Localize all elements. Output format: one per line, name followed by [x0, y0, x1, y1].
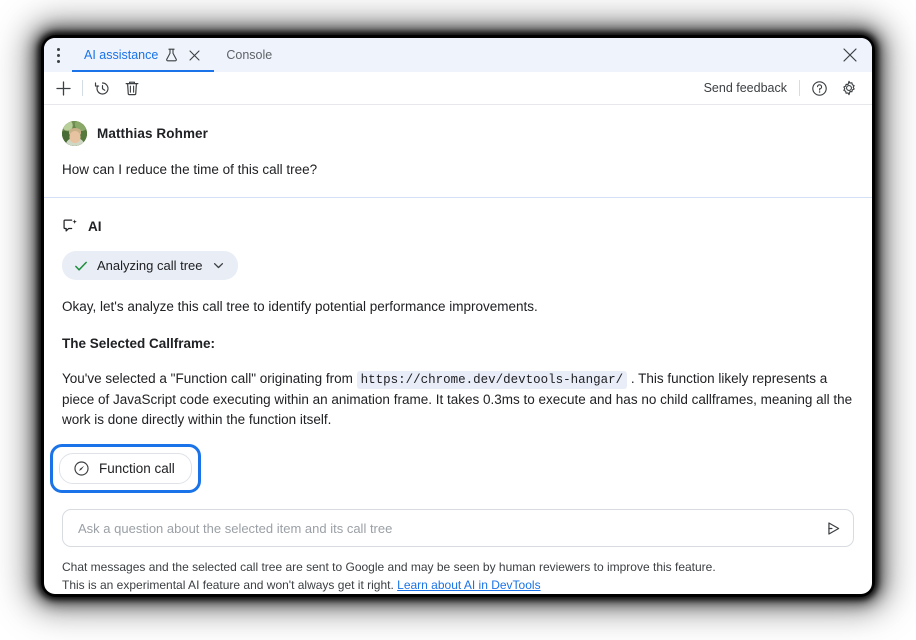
selected-item-label: Function call [99, 461, 175, 476]
devtools-ai-assistance-panel: AI assistance Console [44, 38, 872, 594]
toolbar-divider [82, 80, 83, 96]
ai-sparkle-icon [62, 218, 79, 235]
user-message-header: Matthias Rohmer [62, 105, 854, 146]
new-chat-button[interactable] [48, 75, 78, 101]
avatar [62, 121, 87, 146]
paragraph-part-1: You've selected a "Function call" origin… [62, 371, 357, 386]
chat-input[interactable] [76, 520, 819, 537]
tab-ai-assistance[interactable]: AI assistance [72, 38, 214, 72]
close-icon [843, 48, 857, 62]
chat-input-box[interactable] [62, 509, 854, 547]
conversation-area: Matthias Rohmer How can I reduce the tim… [44, 105, 872, 509]
history-icon [94, 80, 111, 97]
settings-button[interactable] [834, 75, 864, 101]
disclaimer-line-1: Chat messages and the selected call tree… [62, 560, 716, 574]
ai-message: AI Analyzing call tree Okay [44, 198, 872, 493]
disclaimer-line-2: This is an experimental AI feature and w… [62, 578, 394, 592]
chat-input-area [44, 509, 872, 547]
tab-close-button[interactable] [186, 47, 202, 63]
ai-section-heading: The Selected Callframe: [62, 334, 854, 354]
analyzing-step-chip[interactable]: Analyzing call tree [62, 251, 238, 280]
screenshot-stage: AI assistance Console [0, 0, 916, 640]
user-message-text: How can I reduce the time of this call t… [62, 146, 854, 197]
learn-about-ai-link[interactable]: Learn about AI in DevTools [397, 578, 540, 592]
user-name: Matthias Rohmer [97, 126, 208, 141]
help-circle-icon [811, 80, 828, 97]
ai-intro-text: Okay, let's analyze this call tree to id… [62, 297, 854, 317]
tab-console[interactable]: Console [214, 38, 284, 72]
disclaimer-footer: Chat messages and the selected call tree… [44, 547, 872, 594]
delete-chat-button[interactable] [117, 75, 147, 101]
send-button[interactable] [819, 514, 847, 542]
gear-icon [840, 79, 858, 97]
user-message: Matthias Rohmer How can I reduce the tim… [44, 105, 872, 197]
inline-code-url: https://chrome.dev/devtools-hangar/ [357, 371, 628, 389]
toolbar-divider [799, 80, 800, 96]
selected-item-focus-ring: Function call [50, 444, 201, 493]
performance-gauge-icon [73, 460, 90, 477]
plus-icon [55, 80, 72, 97]
send-icon [824, 519, 843, 538]
kebab-menu-icon [57, 46, 60, 64]
more-tabs-button[interactable] [44, 38, 72, 72]
ai-message-header: AI [62, 198, 854, 235]
tab-label: AI assistance [84, 48, 158, 62]
check-icon [74, 259, 88, 273]
panel-toolbar: Send feedback [44, 72, 872, 105]
tab-label: Console [226, 48, 272, 62]
ai-label: AI [88, 219, 102, 234]
ai-body-paragraph: You've selected a "Function call" origin… [62, 369, 854, 430]
help-button[interactable] [804, 75, 834, 101]
tab-strip: AI assistance Console [44, 38, 872, 72]
send-feedback-button[interactable]: Send feedback [696, 81, 795, 95]
trash-icon [124, 80, 140, 97]
selected-item-function-call-button[interactable]: Function call [59, 453, 192, 484]
panel-close-button[interactable] [836, 38, 864, 72]
step-chip-label: Analyzing call tree [97, 258, 203, 273]
chat-history-button[interactable] [87, 75, 117, 101]
chevron-down-icon[interactable] [212, 259, 225, 272]
flask-icon [165, 48, 178, 62]
